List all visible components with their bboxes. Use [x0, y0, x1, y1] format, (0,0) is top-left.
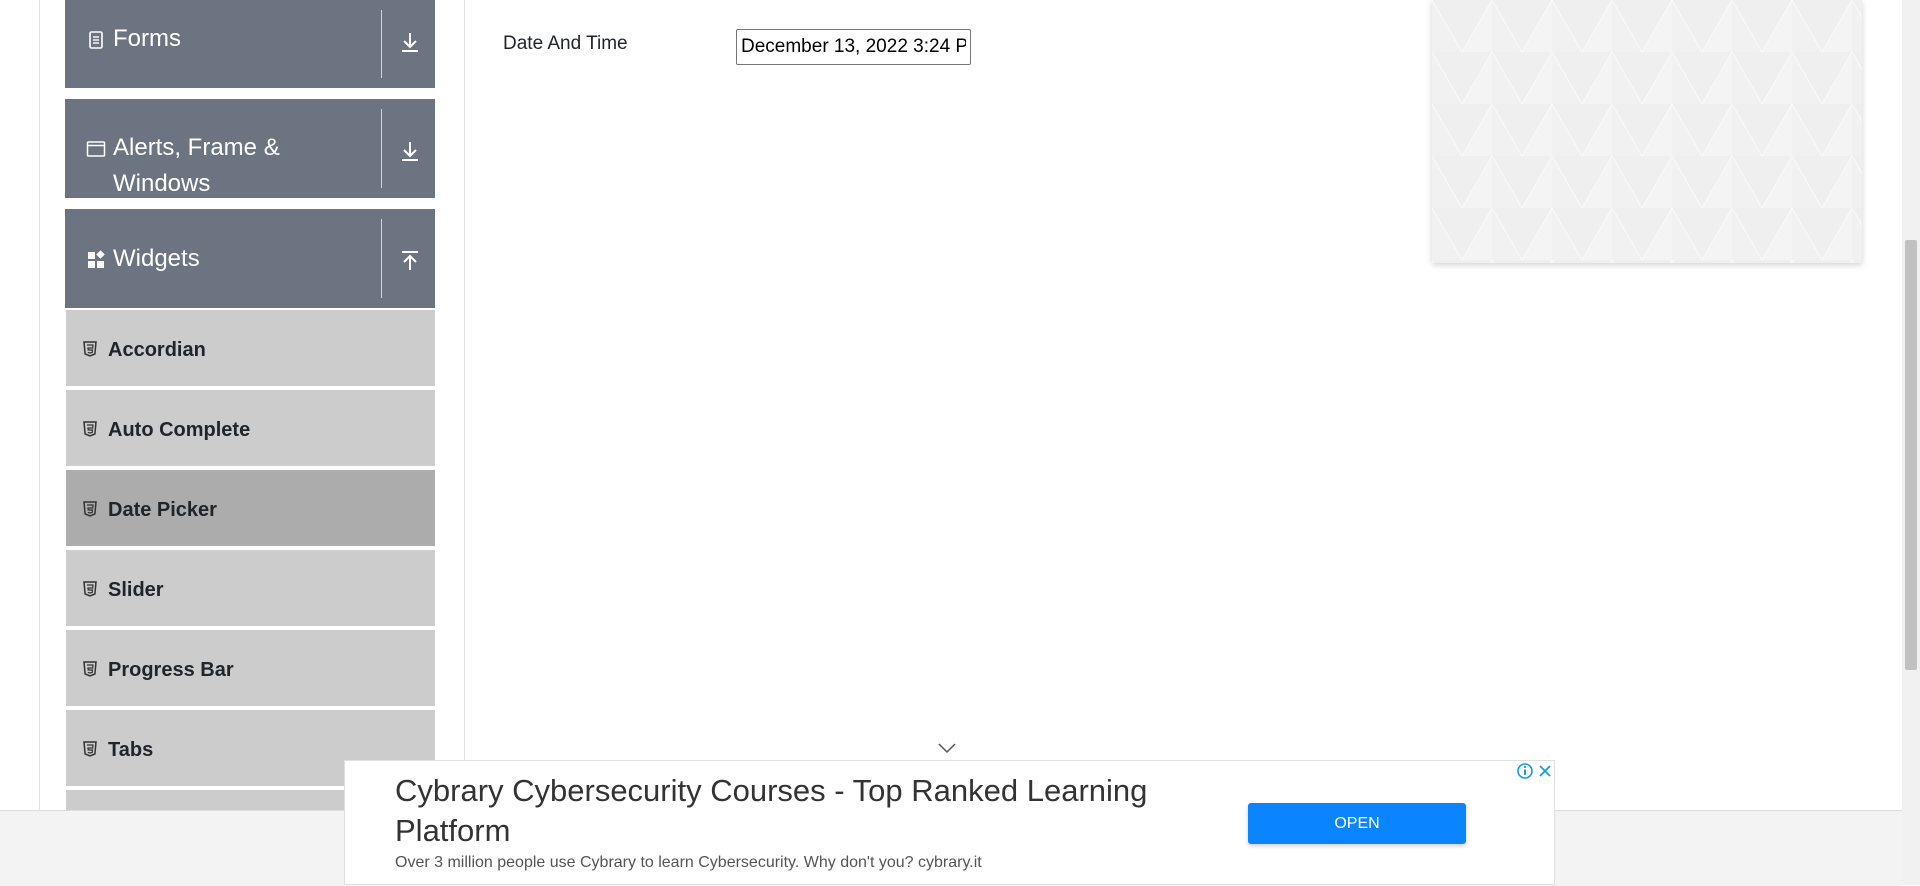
scrollbar-thumb[interactable] — [1905, 240, 1917, 670]
ad-banner[interactable]: Cybrary Cybersecurity Courses - Top Rank… — [344, 760, 1555, 885]
menu-item-label: Auto Complete — [108, 419, 251, 441]
menu-item-progress-bar[interactable]: Progress Bar — [66, 630, 435, 708]
menu-item-accordian[interactable]: Accordian — [66, 310, 435, 388]
menu-item-label: Date Picker — [108, 499, 217, 521]
html5-icon — [83, 741, 97, 757]
date-time-input[interactable] — [736, 29, 971, 65]
menu-item-label: Slider — [108, 579, 164, 601]
ad-pattern-image — [1432, 0, 1862, 263]
html5-icon — [83, 501, 97, 517]
menu-item-label: Accordian — [108, 339, 206, 361]
ad-title[interactable]: Cybrary Cybersecurity Courses - Top Rank… — [395, 771, 1155, 851]
date-time-label: Date And Time — [503, 33, 628, 54]
menu-item-auto-complete[interactable]: Auto Complete — [66, 390, 435, 468]
close-icon[interactable] — [1536, 762, 1554, 780]
widgets-icon — [88, 250, 105, 268]
left-border — [39, 0, 40, 810]
chevron-down-icon[interactable] — [938, 742, 956, 754]
group-label: Forms — [113, 25, 181, 52]
menu-item-slider[interactable]: Slider — [66, 550, 435, 628]
content-border — [464, 0, 465, 810]
group-widgets[interactable]: Widgets — [65, 209, 435, 308]
html5-icon — [83, 341, 97, 357]
download-arrow-icon[interactable] — [398, 30, 422, 54]
window-icon — [86, 141, 106, 157]
group-divider — [381, 109, 382, 188]
group-divider — [381, 219, 382, 298]
ad-open-button[interactable]: OPEN — [1248, 803, 1466, 844]
group-label: Widgets — [113, 245, 200, 272]
form-icon — [89, 31, 103, 49]
ad-description: Over 3 million people use Cybrary to lea… — [395, 854, 982, 871]
sidebar: Forms Alerts, Frame & Windows Widgets Ac… — [65, 0, 435, 810]
download-arrow-icon[interactable] — [398, 139, 422, 163]
html5-icon — [83, 661, 97, 677]
upload-arrow-icon[interactable] — [398, 249, 422, 273]
info-icon[interactable] — [1516, 762, 1534, 780]
menu-item-date-picker[interactable]: Date Picker — [66, 470, 435, 548]
group-alerts-frame-windows[interactable]: Alerts, Frame & Windows — [65, 99, 435, 198]
group-divider — [381, 10, 382, 78]
side-ad-panel — [1432, 0, 1862, 263]
menu-item-label: Progress Bar — [108, 659, 234, 681]
menu-item-label: Tabs — [108, 739, 154, 761]
group-forms[interactable]: Forms — [65, 0, 435, 88]
html5-icon — [83, 421, 97, 437]
group-label: Alerts, Frame & Windows — [113, 134, 280, 197]
vertical-scrollbar[interactable] — [1902, 0, 1920, 885]
html5-icon — [83, 581, 97, 597]
